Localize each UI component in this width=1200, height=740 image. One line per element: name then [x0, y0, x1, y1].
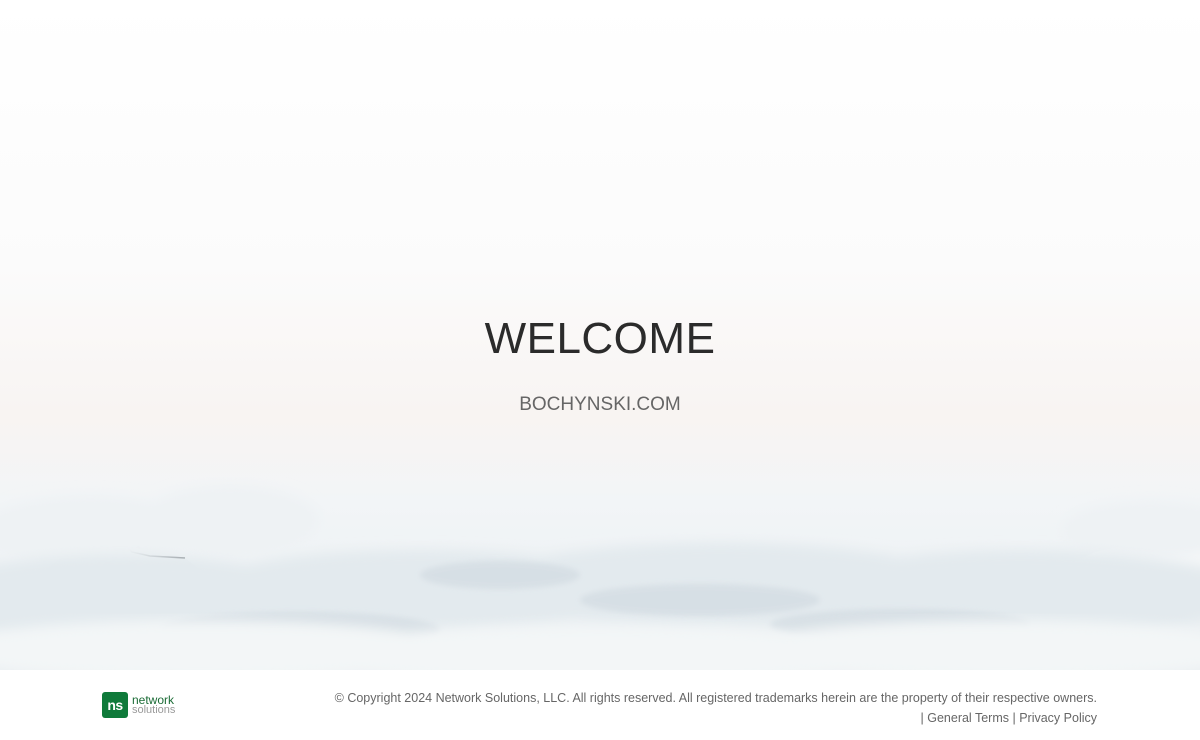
footer: ns network solutions © Copyright 2024 Ne… — [0, 670, 1200, 740]
network-solutions-logo[interactable]: ns network solutions — [102, 692, 175, 718]
link-separator: | — [1012, 711, 1016, 725]
welcome-title: WELCOME — [484, 314, 716, 363]
copyright-text: © Copyright 2024 Network Solutions, LLC.… — [334, 691, 1097, 705]
link-separator: | — [920, 711, 924, 725]
copyright-block: © Copyright 2024 Network Solutions, LLC.… — [335, 688, 1097, 728]
hero-background: WELCOME BOCHYNSKI.COM — [0, 0, 1200, 670]
page: WELCOME BOCHYNSKI.COM ns network solutio… — [0, 0, 1200, 740]
logo-line-2: solutions — [132, 704, 176, 716]
ns-logo-icon: ns — [102, 692, 128, 718]
domain-name: BOCHYNSKI.COM — [519, 394, 681, 415]
logo-wordmark: network solutions — [132, 694, 176, 716]
privacy-policy-link[interactable]: Privacy Policy — [1019, 711, 1097, 725]
general-terms-link[interactable]: General Terms — [927, 711, 1009, 725]
footer-links: | General Terms | Privacy Policy — [335, 708, 1098, 728]
